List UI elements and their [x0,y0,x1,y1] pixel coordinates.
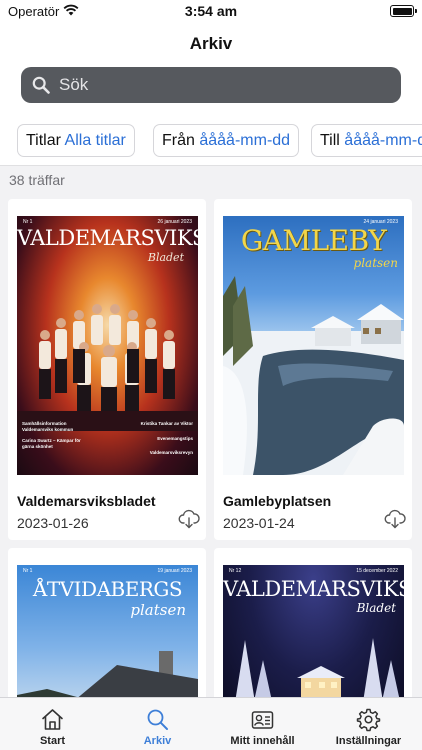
cover-blurb: Samhällsinformation Valdemarsviks kommun [22,421,74,432]
masthead-subtitle: platsen [353,256,398,270]
navigation-bar: Arkiv [0,26,422,62]
issue-number: Nr 12 [229,568,242,574]
filter-to-label: Till [320,132,340,149]
masthead-subtitle: Bladet [356,601,396,615]
issue-number: Nr 1 [23,568,33,574]
tab-mitt-innehall-label: Mitt innehåll [230,735,295,747]
filter-to-date[interactable]: Till åååå-mm-dd [311,124,422,157]
issue-date: 24 januari 2023 [363,219,398,225]
issue-cover[interactable]: Nr 1 19 januari 2023 ÅTVIDABERGS platsen [17,565,198,708]
masthead: GAMLEBY [240,224,387,257]
status-bar: Operatör 3:54 am [0,0,422,26]
issue-card[interactable]: Nr 1 19 januari 2023 ÅTVIDABERGS platsen [8,548,206,708]
filter-titles-label: Titlar [26,132,61,149]
tab-arkiv[interactable]: Arkiv [105,698,210,750]
issue-cover[interactable]: GAMLEBY platsen 24 januari 2023 [223,216,404,475]
tab-start[interactable]: Start [0,698,105,750]
cover-blurb: Kristika Tankar av Viktor [140,421,193,426]
tab-mitt-innehall[interactable]: Mitt innehåll [210,698,315,750]
tab-start-label: Start [39,735,66,747]
issue-cover[interactable]: Nr 1 26 januari 2023 VALDEMARSVIKS Blade… [17,216,198,475]
masthead: VALDEMARSVIKS [17,226,198,250]
search-section [0,62,422,114]
cover-photo [223,276,404,475]
masthead-subtitle: Bladet [147,251,184,264]
issue-date-label: 2023-01-26 [17,515,89,531]
issue-date: 26 januari 2023 [157,219,192,225]
filter-row: Titlar Alla titlar Från åååå-mm-dd Till … [0,114,422,166]
tab-installningar[interactable]: Inställningar [316,698,421,750]
search-icon [147,709,168,730]
issue-card[interactable]: Nr 1 26 januari 2023 VALDEMARSVIKS Blade… [8,199,206,540]
cloud-download-icon[interactable] [178,509,200,529]
person-card-icon [251,711,274,729]
issue-title: Valdemarsviksbladet [17,493,156,509]
page-title: Arkiv [189,34,233,53]
cover-photo [17,304,198,431]
home-icon [42,709,63,730]
cover-blurb: Carina Swartz – Kämpar för gärna skönhet [22,438,81,449]
filter-from-label: Från [162,132,195,149]
tab-installningar-label: Inställningar [335,735,402,747]
issue-title: Gamlebyplatsen [223,493,332,509]
search-input[interactable] [59,67,379,103]
battery-icon [390,5,417,17]
filter-titles-value: Alla titlar [64,132,126,149]
masthead-subtitle: platsen [130,601,186,619]
magnifier-icon [32,76,50,94]
issue-date: 19 januari 2023 [157,568,192,574]
issue-date: 15 december 2022 [356,568,398,574]
filter-from-date[interactable]: Från åååå-mm-dd [153,124,300,157]
filter-titles[interactable]: Titlar Alla titlar [17,124,135,157]
issue-cover[interactable]: Nr 12 15 december 2022 VALDEMARSVIKS Bla… [223,565,404,708]
cover-photo [223,638,404,708]
issue-card[interactable]: GAMLEBY platsen 24 januari 2023 Gamlebyp… [214,199,412,540]
tab-arkiv-label: Arkiv [143,735,172,747]
cover-blurb: Evenemangstips [157,436,193,441]
issue-date-label: 2023-01-24 [223,515,295,531]
filter-to-value: åååå-mm-dd [344,132,422,149]
masthead: VALDEMARSVIKS [223,577,404,601]
issue-number: Nr 1 [23,219,33,225]
search-bar[interactable] [21,67,401,103]
clock: 3:54 am [184,3,238,19]
gear-icon [356,708,381,732]
cloud-download-icon[interactable] [384,509,406,529]
tab-bar: Start Arkiv Mitt innehåll Inställningar [0,697,422,750]
cover-blurb: Valdemarsviksrevyn [149,450,193,455]
filter-from-value: åååå-mm-dd [199,132,291,149]
masthead: ÅTVIDABERGS [32,577,183,601]
issue-card[interactable]: Nr 12 15 december 2022 VALDEMARSVIKS Bla… [214,548,412,708]
results-count: 38 träffar [9,172,65,188]
